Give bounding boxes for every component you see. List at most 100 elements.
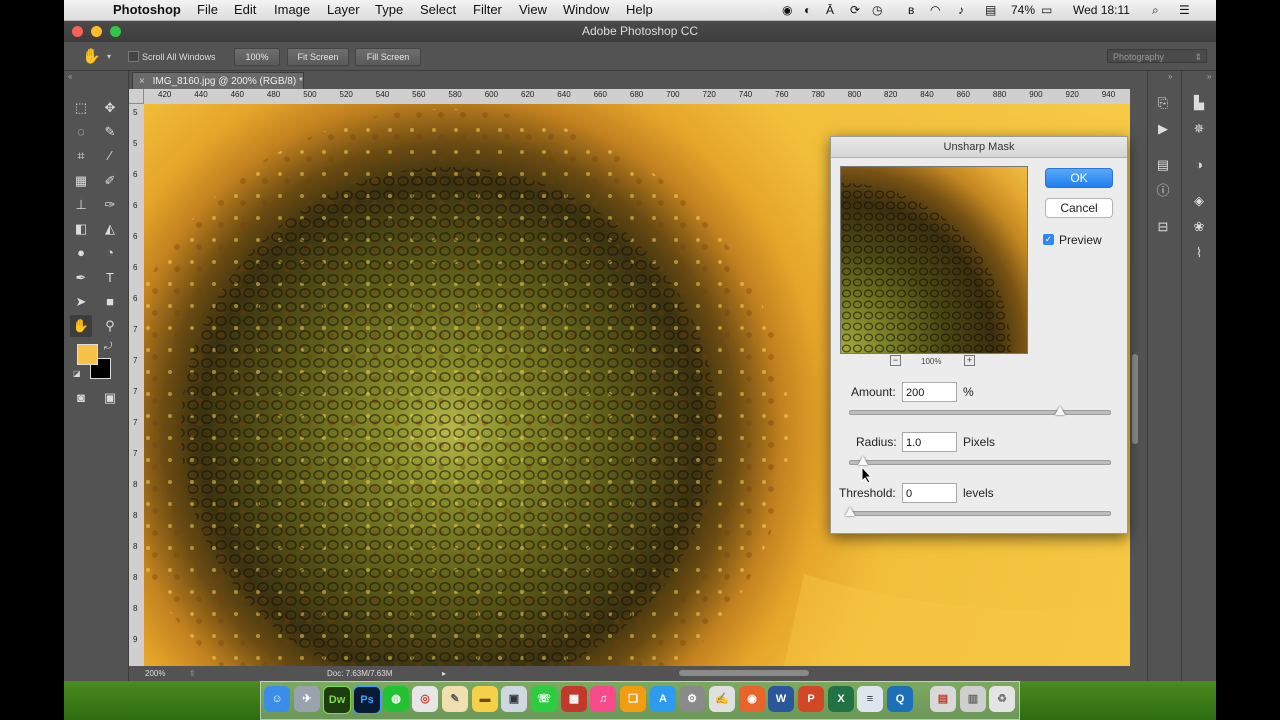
status-menu-icon[interactable]: ▸ <box>442 666 446 681</box>
horizontal-scroll-thumb[interactable] <box>679 670 809 676</box>
spotlight-icon[interactable]: ⌕ <box>1152 3 1159 18</box>
menu-view[interactable]: View <box>519 2 547 17</box>
wifi-icon[interactable]: ◠ <box>930 3 940 17</box>
amount-input[interactable]: 200 <box>902 382 957 402</box>
channels-panel-icon[interactable]: ❀ <box>1189 217 1209 237</box>
menu-layer[interactable]: Layer <box>327 2 360 17</box>
system-preferences-icon[interactable]: ⚙ <box>679 686 705 712</box>
quick-select-icon[interactable]: ✎ <box>99 121 121 143</box>
healing-icon[interactable]: ▦ <box>70 170 92 192</box>
screen-mode-icon[interactable]: ▣ <box>99 387 121 409</box>
downloads-icon[interactable]: ▥ <box>960 686 986 712</box>
path-select-icon[interactable]: ➤ <box>70 291 92 313</box>
folder-icon[interactable]: ▬ <box>472 686 498 712</box>
document-tab[interactable]: × IMG_8160.jpg @ 200% (RGB/8) * <box>132 72 304 89</box>
info-panel-icon[interactable]: ⓘ <box>1153 181 1173 201</box>
swap-colors-icon[interactable]: ⤾ <box>104 341 112 352</box>
amount-slider-thumb[interactable] <box>1054 406 1065 415</box>
brush-icon[interactable]: ✐ <box>99 170 121 192</box>
hand-icon[interactable]: ✋ <box>70 315 92 337</box>
history-brush-icon[interactable]: ✑ <box>99 194 121 216</box>
close-document-icon[interactable]: × <box>139 76 145 87</box>
notification-center-icon[interactable]: ☰ <box>1179 3 1190 17</box>
pdf-documents-icon[interactable]: ▤ <box>930 686 956 712</box>
preview-app-icon[interactable]: ▣ <box>501 686 527 712</box>
quicktime-icon[interactable]: Q <box>887 686 913 712</box>
zoom-level[interactable]: 200% <box>145 666 165 681</box>
adobe-icon[interactable]: Ā <box>826 3 834 17</box>
ruler-origin[interactable] <box>129 89 144 104</box>
messages-icon[interactable]: ☏ <box>531 686 557 712</box>
chrome-icon[interactable]: ◎ <box>412 686 438 712</box>
navigator-panel-icon[interactable]: ✵ <box>1189 119 1209 139</box>
vertical-scrollbar[interactable] <box>1130 104 1140 666</box>
crop-icon[interactable]: ⌗ <box>70 145 92 167</box>
actions-panel-icon[interactable]: ▶ <box>1153 119 1173 139</box>
launchpad-icon[interactable]: ✈ <box>294 686 320 712</box>
properties-panel-icon[interactable]: ▤ <box>1153 155 1173 175</box>
amount-slider[interactable] <box>849 406 1111 415</box>
menu-filter[interactable]: Filter <box>473 2 502 17</box>
flag-icon[interactable]: ▤ <box>985 3 996 17</box>
dreamweaver-icon[interactable]: Dw <box>323 686 351 714</box>
threshold-slider[interactable] <box>845 507 1111 516</box>
dodge-icon[interactable]: ◔ <box>99 242 121 264</box>
menu-file[interactable]: File <box>197 2 218 17</box>
lasso-icon[interactable]: ◌ <box>70 121 92 143</box>
ok-button[interactable]: OK <box>1045 168 1113 188</box>
collapse-panels-icon[interactable]: » <box>1207 72 1211 81</box>
layers-panel-icon[interactable]: ◈ <box>1189 191 1209 211</box>
app-store-icon[interactable]: A <box>650 686 676 712</box>
record-icon[interactable]: ◉ <box>782 3 792 17</box>
histogram-panel-icon[interactable]: ▙ <box>1189 93 1209 113</box>
fill-screen-button[interactable]: Fill Screen <box>355 48 421 66</box>
quick-mask-icon[interactable]: ◙ <box>70 387 92 409</box>
blur-icon[interactable]: ● <box>70 242 92 264</box>
pen-icon[interactable]: ✒ <box>70 267 92 289</box>
rectangle-icon[interactable]: ■ <box>99 291 121 313</box>
history-panel-icon[interactable]: ⎘ <box>1153 93 1173 113</box>
cancel-button[interactable]: Cancel <box>1045 198 1113 218</box>
zoom-100-button[interactable]: 100% <box>234 48 280 66</box>
text-edit-icon[interactable]: ✍ <box>709 686 735 712</box>
vertical-scroll-thumb[interactable] <box>1132 354 1138 444</box>
itunes-icon[interactable]: ♫ <box>590 686 616 712</box>
menu-extra-icon[interactable]: ◐ <box>804 3 811 17</box>
collapse-tools-icon[interactable]: « <box>68 72 72 81</box>
menu-select[interactable]: Select <box>420 2 456 17</box>
threshold-input[interactable]: 0 <box>902 483 957 503</box>
scroll-all-windows-checkbox[interactable] <box>128 51 139 62</box>
threshold-slider-thumb[interactable] <box>845 507 855 516</box>
zoom-window-button[interactable] <box>110 26 121 37</box>
bucket-icon[interactable]: ◭ <box>99 218 121 240</box>
trash-icon[interactable]: ♻ <box>989 686 1015 712</box>
word-icon[interactable]: W <box>768 686 794 712</box>
clock[interactable]: Wed 18:11 <box>1073 3 1130 17</box>
photoshop-icon[interactable]: Ps <box>353 686 381 714</box>
preview-zoom-in-button[interactable]: + <box>964 355 975 366</box>
radius-input[interactable]: 1.0 <box>902 432 957 452</box>
paths-panel-icon[interactable]: ⌇ <box>1189 243 1209 263</box>
battery-icon[interactable]: ▭ <box>1041 3 1052 17</box>
move-icon[interactable]: ✥ <box>99 97 121 119</box>
finder-icon[interactable]: ☺ <box>264 686 290 712</box>
menu-image[interactable]: Image <box>274 2 310 17</box>
menu-type[interactable]: Type <box>375 2 403 17</box>
preview-checkbox[interactable]: ✓ <box>1043 234 1054 245</box>
expand-panels-icon[interactable]: » <box>1168 72 1172 81</box>
ibooks-icon[interactable]: ❑ <box>620 686 646 712</box>
powerpoint-icon[interactable]: P <box>798 686 824 712</box>
filter-preview[interactable] <box>840 166 1028 354</box>
menu-help[interactable]: Help <box>626 2 653 17</box>
stamp-icon[interactable]: ⊥ <box>70 194 92 216</box>
workspace-switcher[interactable]: Photography ⇕ <box>1107 49 1207 63</box>
line-icon[interactable]: ◍ <box>383 686 409 712</box>
default-colors-icon[interactable]: ◪ <box>73 369 81 378</box>
minimize-window-button[interactable] <box>91 26 102 37</box>
sync-icon[interactable]: ⟳ <box>850 3 860 17</box>
hand-tool-preset-icon[interactable]: ✋ <box>82 47 101 65</box>
zoom-icon[interactable]: ⚲ <box>99 315 121 337</box>
close-window-button[interactable] <box>72 26 83 37</box>
notes-icon[interactable]: ✎ <box>442 686 468 712</box>
foreground-color-swatch[interactable] <box>77 344 98 365</box>
